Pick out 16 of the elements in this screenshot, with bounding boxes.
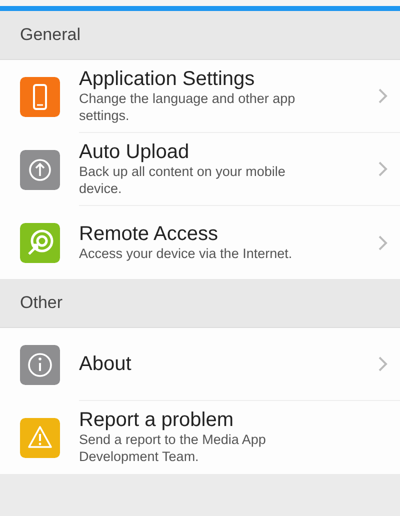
settings-row[interactable]: Remote Access Access your device via the Internet. — [0, 206, 400, 279]
row-title: Remote Access — [79, 222, 219, 246]
row-title: Application Settings — [79, 68, 256, 91]
section-header: Other — [20, 292, 63, 314]
row-description: Send a report to the Media App Development Team. — [79, 432, 267, 466]
settings-row[interactable]: Report a problem Send a report to the Media App Development Team. — [0, 401, 400, 474]
settings-row[interactable]: Auto Upload Back up all content on your mobile device. — [0, 133, 400, 206]
row-description: Change the language and other app settings. — [79, 90, 296, 124]
settings-row[interactable]: Application Settings Change the language and other app settings. — [0, 60, 400, 133]
row-title: Auto Upload — [79, 140, 190, 164]
row-description: Access your device via the Internet. — [79, 246, 292, 262]
row-description: Back up all content on your mobile device. — [79, 164, 286, 198]
settings-row[interactable]: About — [0, 328, 400, 401]
row-title: Report a problem — [79, 409, 235, 432]
row-title: About — [79, 352, 132, 376]
section-header: General — [20, 24, 80, 46]
